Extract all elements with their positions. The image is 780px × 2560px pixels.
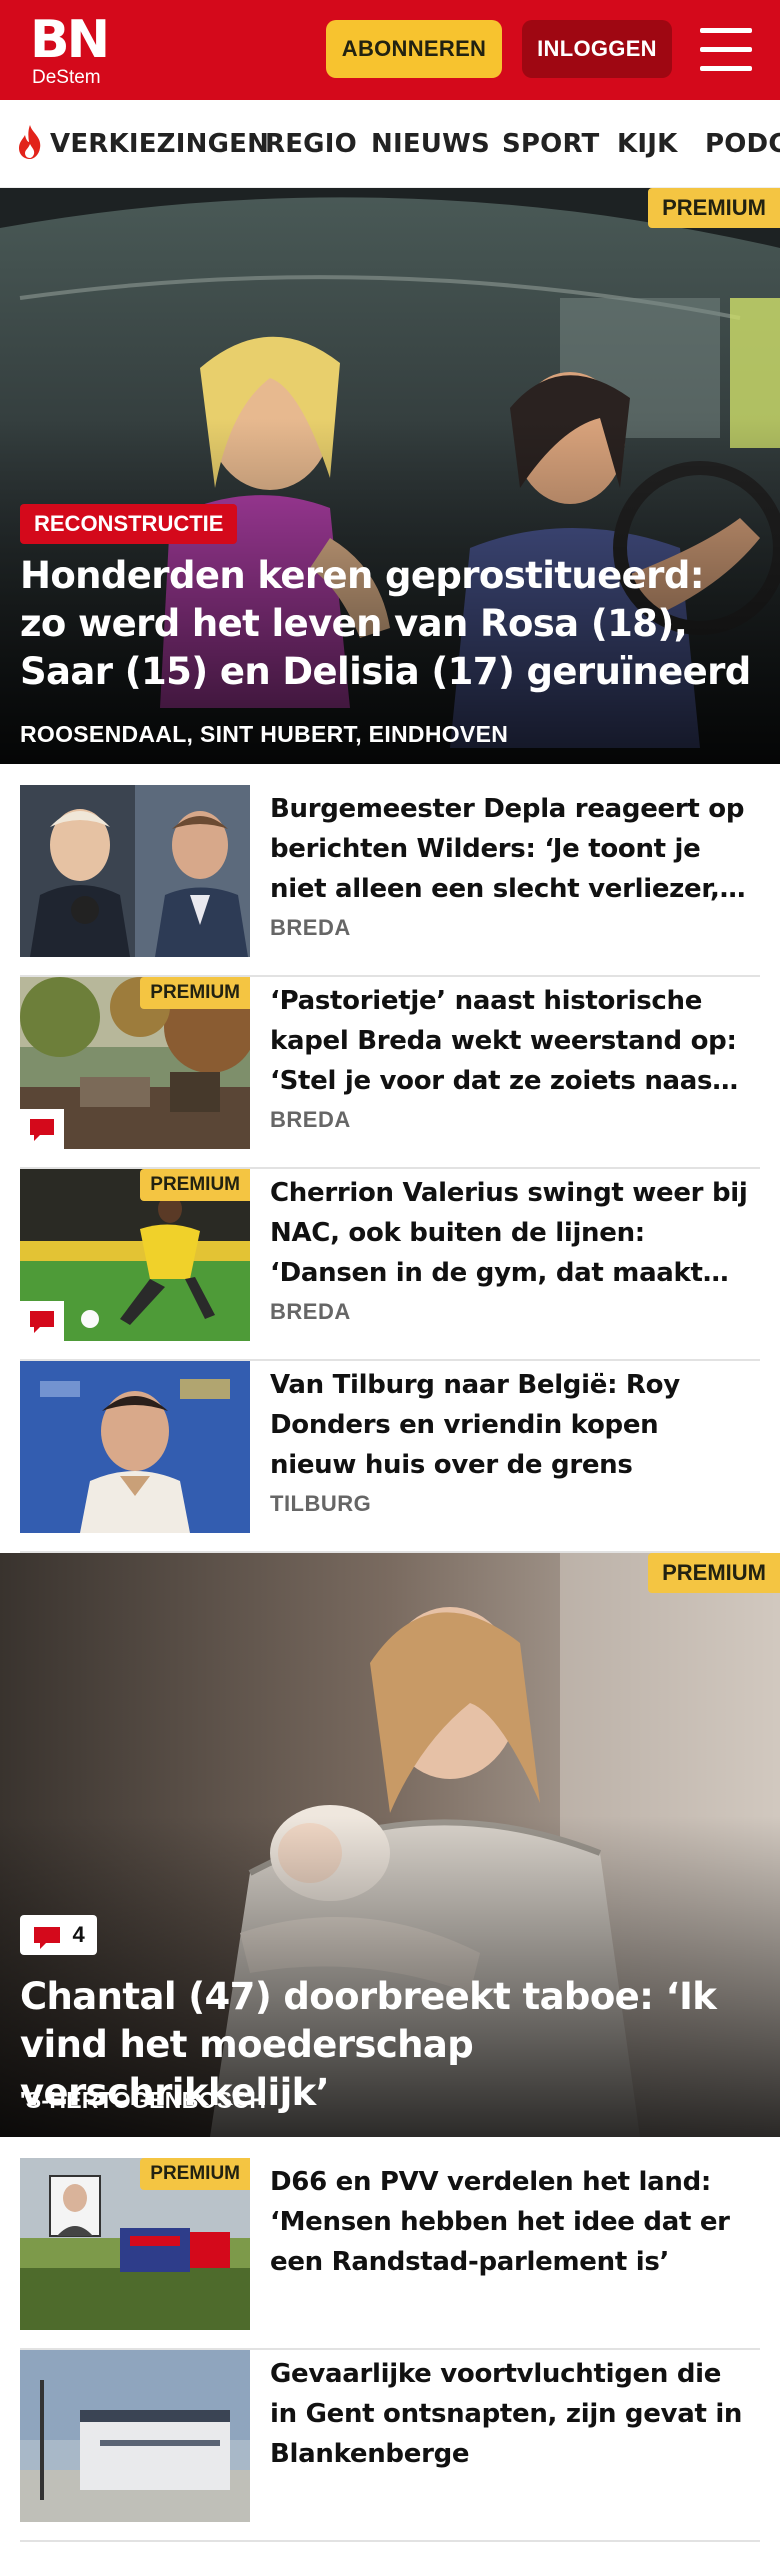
nav-item-kijk[interactable]: KIJK — [617, 100, 677, 187]
section-nav: VERKIEZINGEN REGIO NIEUWS SPORT KIJK POD… — [0, 100, 780, 188]
top-header: BN DeStem ABONNEREN INLOGGEN — [0, 0, 780, 100]
menu-icon[interactable] — [700, 28, 752, 72]
article-location: TILBURG — [270, 1491, 372, 1516]
article-thumbnail — [20, 1361, 250, 1533]
article-title[interactable]: Gevaarlijke voortvluchtigen die in Gent … — [270, 2354, 750, 2474]
category-tag: RECONSTRUCTIE — [20, 504, 238, 544]
bn-destem-logo[interactable]: BN DeStem — [30, 12, 110, 88]
article-title[interactable]: Van Tilburg naar België: Roy Donders en … — [270, 1365, 750, 1485]
article-location: BREDA — [270, 1107, 351, 1132]
hero-article-card[interactable]: PREMIUM RECONSTRUCTIE Honderden keren ge… — [0, 188, 780, 764]
nav-item-podcast[interactable]: PODC — [705, 100, 780, 187]
article-thumbnail — [20, 2350, 250, 2522]
article-thumbnail: PREMIUM — [20, 1169, 250, 1341]
premium-badge: PREMIUM — [140, 977, 250, 1009]
list-item[interactable]: PREMIUM ‘Pastorietje’ naast historische … — [20, 977, 760, 1169]
premium-badge: PREMIUM — [648, 188, 780, 228]
article-location: BREDA — [270, 915, 351, 940]
subscribe-button[interactable]: ABONNEREN — [326, 20, 502, 78]
list-item[interactable]: Burgemeester Depla reageert op berichten… — [20, 785, 760, 977]
article-title[interactable]: D66 en PVV verdelen het land: ‘Mensen he… — [270, 2162, 750, 2282]
hero-article-card[interactable]: PREMIUM 4 Chantal (47) doorbreekt taboe:… — [0, 1553, 780, 2137]
premium-badge: PREMIUM — [648, 1553, 780, 1593]
premium-badge: PREMIUM — [140, 2158, 250, 2190]
comment-count: 4 — [72, 1922, 85, 1947]
comment-count-badge[interactable]: 4 — [20, 1915, 97, 1955]
article-thumbnail: PREMIUM — [20, 977, 250, 1149]
article-title[interactable]: Cherrion Valerius swingt weer bij NAC, o… — [270, 1173, 750, 1293]
hero-location: 'S-HERTOGENBOSCH — [20, 2087, 267, 2113]
comment-icon — [20, 1301, 64, 1341]
nav-item-verkiezingen[interactable]: VERKIEZINGEN — [50, 100, 269, 187]
login-button[interactable]: INLOGGEN — [522, 20, 672, 78]
hero-headline[interactable]: Honderden keren geprostitueerd: zo werd … — [20, 552, 760, 696]
list-item[interactable]: PREMIUM Cherrion Valerius swingt weer bi… — [20, 1169, 760, 1361]
premium-badge: PREMIUM — [140, 1169, 250, 1201]
list-item[interactable]: Gevaarlijke voortvluchtigen die in Gent … — [20, 2350, 760, 2542]
article-thumbnail — [20, 785, 250, 957]
comment-icon — [34, 1927, 60, 1949]
list-item[interactable]: Van Tilburg naar België: Roy Donders en … — [20, 1361, 760, 1553]
article-thumbnail: PREMIUM — [20, 2158, 250, 2330]
list-item[interactable]: PREMIUM D66 en PVV verdelen het land: ‘M… — [20, 2158, 760, 2350]
nav-item-regio[interactable]: REGIO — [265, 100, 357, 187]
hero-location: ROOSENDAAL, SINT HUBERT, EINDHOVEN — [20, 721, 509, 747]
nav-item-sport[interactable]: SPORT — [502, 100, 599, 187]
logo-subtext: DeStem — [32, 67, 101, 88]
comment-icon — [20, 1109, 64, 1149]
logo-text: BN — [30, 10, 110, 70]
nav-item-nieuws[interactable]: NIEUWS — [371, 100, 490, 187]
article-title[interactable]: Burgemeester Depla reageert op berichten… — [270, 789, 750, 909]
article-title[interactable]: ‘Pastorietje’ naast historische kapel Br… — [270, 981, 750, 1101]
article-location: BREDA — [270, 1299, 351, 1324]
flame-icon — [19, 125, 41, 159]
